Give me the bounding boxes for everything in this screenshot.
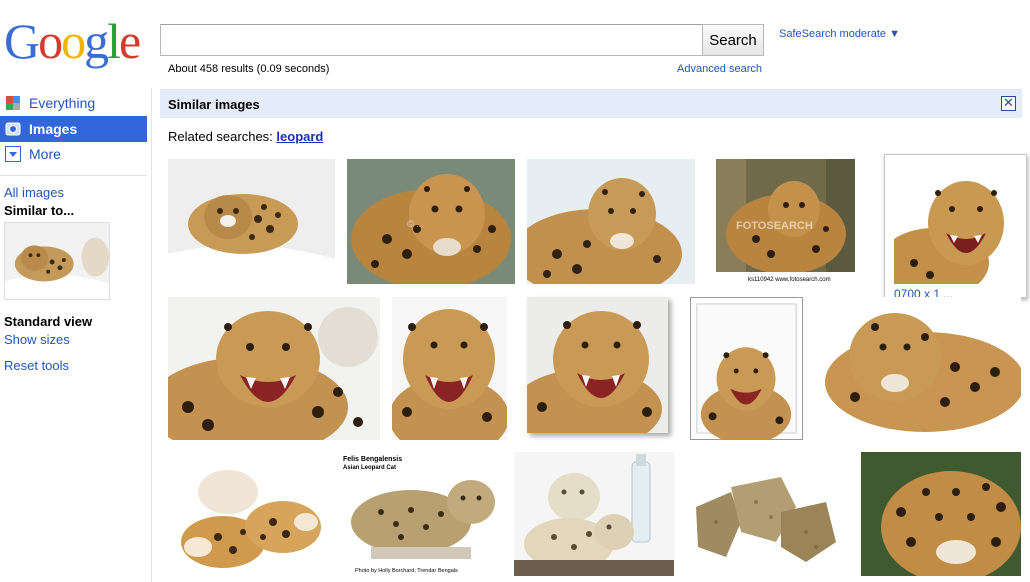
image-result[interactable] <box>527 159 695 284</box>
nav-label: Images <box>29 121 78 137</box>
dropdown-arrow-icon <box>5 146 21 162</box>
image-result[interactable] <box>168 159 335 284</box>
image-caption: ks110942 www.fotosearch.com <box>748 277 831 283</box>
nav-images[interactable]: Images <box>0 116 147 142</box>
image-result[interactable] <box>168 452 330 576</box>
related-searches: Related searches: leopard <box>168 129 323 144</box>
nav-label: More <box>29 146 61 162</box>
image-result[interactable] <box>392 297 507 440</box>
reset-tools-link[interactable]: Reset tools <box>4 358 69 373</box>
similar-images-title: Similar images <box>168 97 260 112</box>
watermark: FOTOSEARCH <box>736 220 813 232</box>
related-searches-label: Related searches: <box>168 129 273 144</box>
camera-icon <box>5 122 21 136</box>
image-result[interactable]: © ... <box>347 159 515 284</box>
logo-letter: g <box>84 13 109 69</box>
hover-caption: 0700 x 1 ... <box>894 287 954 297</box>
google-logo[interactable]: Google <box>4 13 141 69</box>
everything-icon <box>6 96 20 110</box>
standard-view-label: Standard view <box>4 314 93 329</box>
image-result[interactable] <box>861 452 1021 576</box>
image-result[interactable] <box>168 297 380 440</box>
logo-letter: G <box>4 13 40 69</box>
divider <box>0 175 147 176</box>
image-result[interactable] <box>815 297 1021 440</box>
advanced-search-link[interactable]: Advanced search <box>677 63 762 75</box>
image-result[interactable] <box>514 452 674 576</box>
nav-more[interactable]: More <box>0 141 147 167</box>
search-input[interactable] <box>161 25 702 55</box>
watermark: © ... <box>407 219 424 229</box>
result-stats: About 458 results (0.09 seconds) <box>168 63 330 75</box>
image-result[interactable] <box>527 297 668 433</box>
nav-everything[interactable]: Everything <box>0 90 147 116</box>
image-result[interactable] <box>690 297 803 440</box>
similar-images-header: Similar images ✕ <box>160 89 1022 118</box>
logo-letter: e <box>119 13 141 69</box>
related-search-link[interactable]: leopard <box>276 129 323 144</box>
image-hover-preview[interactable]: 0700 x 1 ... <box>884 154 1027 298</box>
all-images-link[interactable]: All images <box>4 185 64 200</box>
nav-label: Everything <box>29 95 96 111</box>
image-subtitle: Asian Leopard Cat <box>343 465 396 471</box>
logo-letter: o <box>61 13 86 69</box>
logo-letter: l <box>107 13 121 69</box>
close-icon[interactable]: ✕ <box>1001 96 1016 111</box>
logo-letter: o <box>38 13 63 69</box>
image-result[interactable] <box>686 452 846 576</box>
safesearch-dropdown[interactable]: SafeSearch moderate ▼ <box>779 28 900 40</box>
image-result[interactable]: FOTOSEARCH ks110942 www.fotosearch.com <box>716 159 855 284</box>
image-title: Felis Bengalensis <box>343 456 402 463</box>
show-sizes-link[interactable]: Show sizes <box>4 332 70 347</box>
image-credit: Photo by Holly Borchard, Trendar Bengals <box>355 568 458 574</box>
search-field-container <box>160 24 703 56</box>
image-result[interactable]: Felis Bengalensis Asian Leopard Cat Phot… <box>341 452 501 576</box>
image-result[interactable] <box>894 163 1016 284</box>
search-button[interactable]: Search <box>702 24 764 56</box>
similar-to-label: Similar to... <box>4 203 75 218</box>
sidebar: Everything Images More All images Simila… <box>0 88 152 582</box>
source-image-thumbnail[interactable] <box>4 222 110 300</box>
